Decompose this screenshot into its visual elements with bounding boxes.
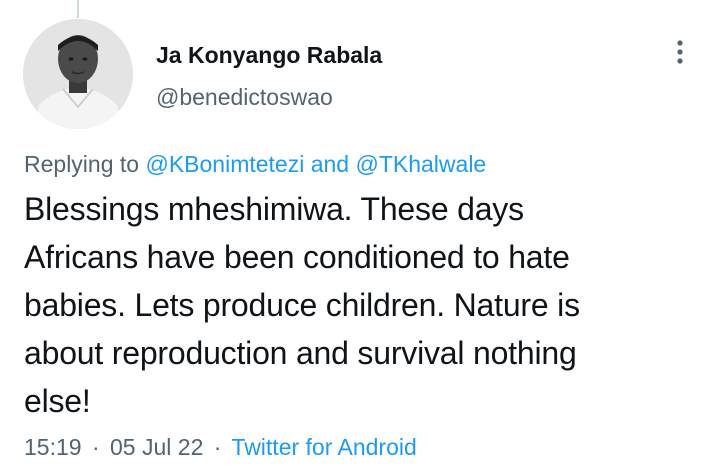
replying-conjunction: and	[310, 151, 350, 177]
tweet-time[interactable]: 15:19	[24, 434, 82, 460]
tweet-text-line: Blessings mheshimiwa. These days	[24, 191, 524, 227]
tweet-source-link[interactable]: Twitter for Android	[231, 434, 416, 460]
avatar[interactable]	[23, 19, 133, 129]
tweet-text-line: Africans have been conditioned to hate	[24, 239, 570, 275]
avatar-photo	[23, 19, 133, 129]
replying-to-label: Replying to	[24, 151, 140, 177]
tweet-date[interactable]: 05 Jul 22	[110, 434, 203, 460]
tweet-text-line: else!	[24, 383, 91, 419]
author-handle[interactable]: @benedictoswao	[156, 83, 333, 111]
tweet-text: Blessings mheshimiwa. These days African…	[24, 185, 704, 425]
author-display-name[interactable]: Ja Konyango Rabala	[156, 41, 382, 69]
tweet-text-line: babies. Lets produce children. Nature is	[24, 287, 580, 323]
tweet-text-line: about reproduction and survival nothing	[24, 335, 577, 371]
meta-separator: ·	[213, 434, 222, 460]
replying-to: Replying to @KBonimtetezi and @TKhalwale	[24, 149, 486, 179]
more-options-button[interactable]	[664, 34, 696, 70]
mention-tkhalwale-link[interactable]: @TKhalwale	[355, 151, 486, 177]
tweet-metadata: 15:19 · 05 Jul 22 · Twitter for Android	[24, 432, 417, 462]
vertical-ellipsis-icon	[677, 40, 683, 64]
meta-separator: ·	[91, 434, 100, 460]
thread-connector-line	[77, 0, 79, 18]
mention-kbonimtetezi-link[interactable]: @KBonimtetezi	[145, 151, 304, 177]
